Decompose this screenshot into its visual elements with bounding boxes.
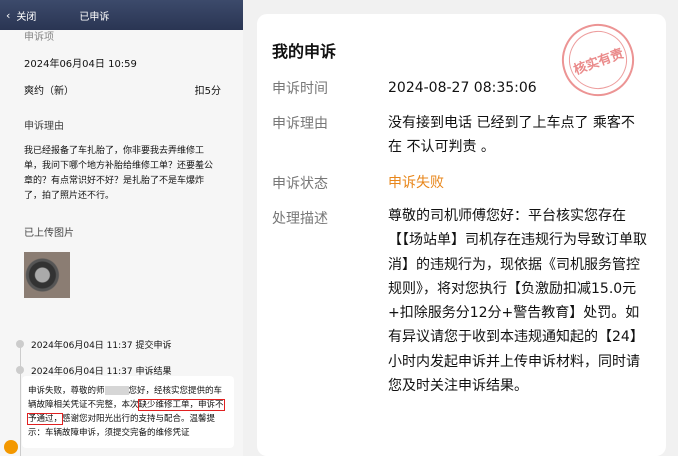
field-label-status: 申诉状态 (272, 176, 328, 192)
violation-name: 爽约（新） (24, 86, 74, 97)
violation-points: 扣5分 (194, 86, 221, 97)
timeline-item: 2024年06月04日 11:37 提交申诉 (16, 335, 238, 353)
timeline-line (20, 343, 21, 456)
reason-text: 我已经报备了车扎胎了，你非要我去弄维修工单，我问下哪个地方补胎给维修工单？还要羞… (24, 146, 214, 201)
timeline-dot-icon (16, 340, 24, 348)
field-label-time: 申诉时间 (272, 81, 328, 97)
left-screenshot-panel: ‹ 关闭 已申诉 申诉项 2024年06月04日 10:59 爽约（新） 扣5分… (0, 0, 243, 456)
field-value-status: 申诉失败 (388, 175, 444, 191)
close-link[interactable]: 关闭 (16, 8, 36, 23)
field-value-description: 尊敬的司机师傅您好：平台核实您存在【【场站单】司机存在违规行为导致订单取消】的违… (388, 208, 647, 395)
field-value-reason: 没有接到电话 已经到了上车点了 乘客不在 不认可判责 。 (388, 115, 635, 155)
nav-title: 已申诉 (79, 11, 110, 23)
faded-header: 申诉项 (24, 32, 54, 43)
images-title: 已上传图片 (24, 228, 74, 239)
redacted-name (104, 386, 129, 395)
back-chevron-icon[interactable]: ‹ (6, 9, 10, 22)
field-label-description: 处理描述 (272, 211, 328, 227)
field-label-reason: 申诉理由 (272, 116, 328, 132)
nav-bar: ‹ 关闭 已申诉 (0, 0, 243, 30)
page-title: 我的申诉 (272, 42, 337, 61)
violation-time: 2024年06月04日 10:59 (24, 59, 137, 70)
violation-row: 爽约（新） 扣5分 (24, 82, 221, 97)
appeal-detail-card: 我的申诉 核实有责 申诉时间 2024-08-27 08:35:06 申诉理由 … (257, 13, 666, 456)
result-card: 申诉失败，尊敬的师 您好，经核实您提供的车辆故障相关凭证不完整，本次缺少维修工单，… (22, 376, 234, 448)
field-value-time: 2024-08-27 08:35:06 (388, 80, 537, 96)
floating-orange-icon[interactable] (4, 440, 18, 454)
reason-title: 申诉理由 (24, 121, 64, 132)
tire-photo-thumbnail[interactable] (24, 252, 70, 298)
timeline-dot-icon (16, 366, 24, 374)
